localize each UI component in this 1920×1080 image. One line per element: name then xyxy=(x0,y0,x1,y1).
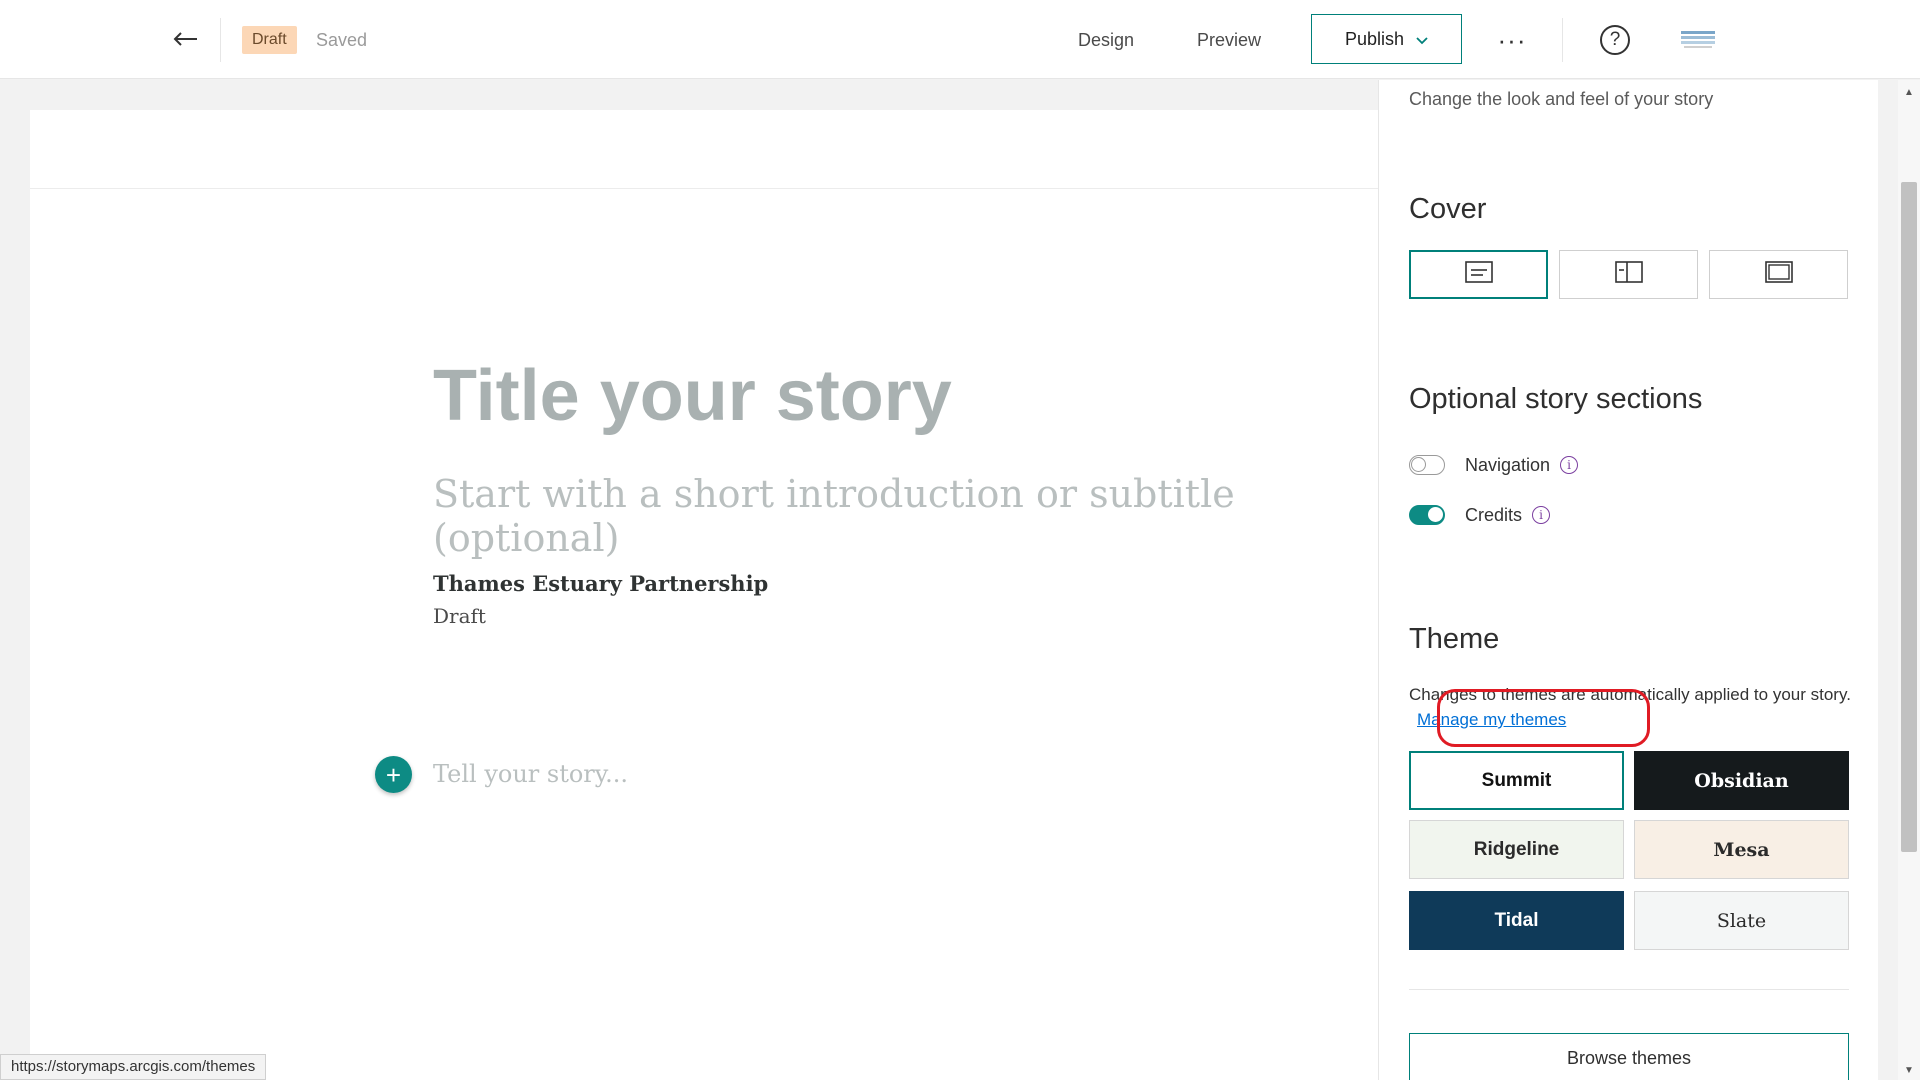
full-cover-icon xyxy=(1764,261,1793,288)
avatar[interactable] xyxy=(1680,28,1716,52)
saved-status: Saved xyxy=(316,30,368,50)
theme-card-mesa[interactable]: Mesa xyxy=(1634,820,1849,879)
browse-themes-button[interactable]: Browse themes xyxy=(1409,1033,1849,1080)
navigation-toggle-row: Navigation i xyxy=(1409,453,1579,477)
scrollbar-thumb[interactable] xyxy=(1901,182,1917,852)
cover-option-sidebyside[interactable] xyxy=(1559,250,1698,299)
preview-tab[interactable]: Preview xyxy=(1197,30,1261,51)
cover-option-minimal[interactable] xyxy=(1409,250,1548,299)
credits-toggle[interactable] xyxy=(1409,505,1445,525)
cover-heading: Cover xyxy=(1409,193,1487,225)
top-bar: Draft Saved Design Preview Publish ··· ? xyxy=(0,0,1920,79)
help-icon[interactable]: ? xyxy=(1600,25,1630,55)
cover-option-full[interactable] xyxy=(1709,250,1848,299)
navigation-toggle[interactable] xyxy=(1409,455,1445,475)
design-tab[interactable]: Design xyxy=(1078,30,1134,51)
optional-sections-heading: Optional story sections xyxy=(1409,383,1703,415)
story-title-input[interactable]: Title your story xyxy=(433,355,952,437)
minimal-cover-icon xyxy=(1464,261,1493,288)
story-subtitle-input[interactable]: Start with a short introduction or subti… xyxy=(433,472,1378,560)
theme-heading: Theme xyxy=(1409,623,1500,655)
publish-button[interactable]: Publish xyxy=(1311,14,1462,64)
divider xyxy=(220,18,221,62)
theme-description: Changes to themes are automatically appl… xyxy=(1409,682,1854,732)
draft-badge: Draft xyxy=(242,26,297,54)
publish-label: Publish xyxy=(1344,28,1405,49)
more-options-icon[interactable]: ··· xyxy=(1494,22,1530,58)
story-byline-status: Draft xyxy=(433,604,486,628)
theme-card-slate[interactable]: Slate xyxy=(1634,891,1849,950)
chevron-down-icon xyxy=(1416,29,1428,50)
credits-label: Credits xyxy=(1465,504,1523,525)
story-canvas: Title your story Start with a short intr… xyxy=(30,110,1378,1080)
theme-description-text: Changes to themes are automatically appl… xyxy=(1409,685,1851,704)
manage-themes-link[interactable]: Manage my themes xyxy=(1417,710,1566,729)
credits-toggle-row: Credits i xyxy=(1409,503,1551,527)
scroll-up-icon[interactable]: ▲ xyxy=(1898,84,1920,100)
theme-card-obsidian[interactable]: Obsidian xyxy=(1634,751,1849,810)
divider xyxy=(1409,989,1849,990)
navigation-label: Navigation xyxy=(1465,454,1551,475)
theme-card-tidal[interactable]: Tidal xyxy=(1409,891,1624,950)
design-panel: Change the look and feel of your story C… xyxy=(1378,80,1878,1080)
add-block-plus-icon[interactable]: + xyxy=(375,756,412,793)
divider xyxy=(1562,18,1563,62)
back-arrow-icon[interactable] xyxy=(168,22,202,56)
theme-card-ridgeline[interactable]: Ridgeline xyxy=(1409,820,1624,879)
theme-card-summit[interactable]: Summit xyxy=(1409,751,1624,810)
panel-description: Change the look and feel of your story xyxy=(1409,89,1714,109)
info-icon[interactable]: i xyxy=(1532,506,1551,524)
story-byline[interactable]: Thames Estuary Partnership xyxy=(433,571,768,596)
story-body-input[interactable]: Tell your story... xyxy=(433,760,628,788)
sidebyside-cover-icon xyxy=(1614,261,1643,288)
story-header-area xyxy=(30,110,1378,189)
status-bar-url: https://storymaps.arcgis.com/themes xyxy=(0,1054,267,1080)
scroll-down-icon[interactable]: ▼ xyxy=(1898,1062,1920,1078)
info-icon[interactable]: i xyxy=(1560,456,1579,474)
